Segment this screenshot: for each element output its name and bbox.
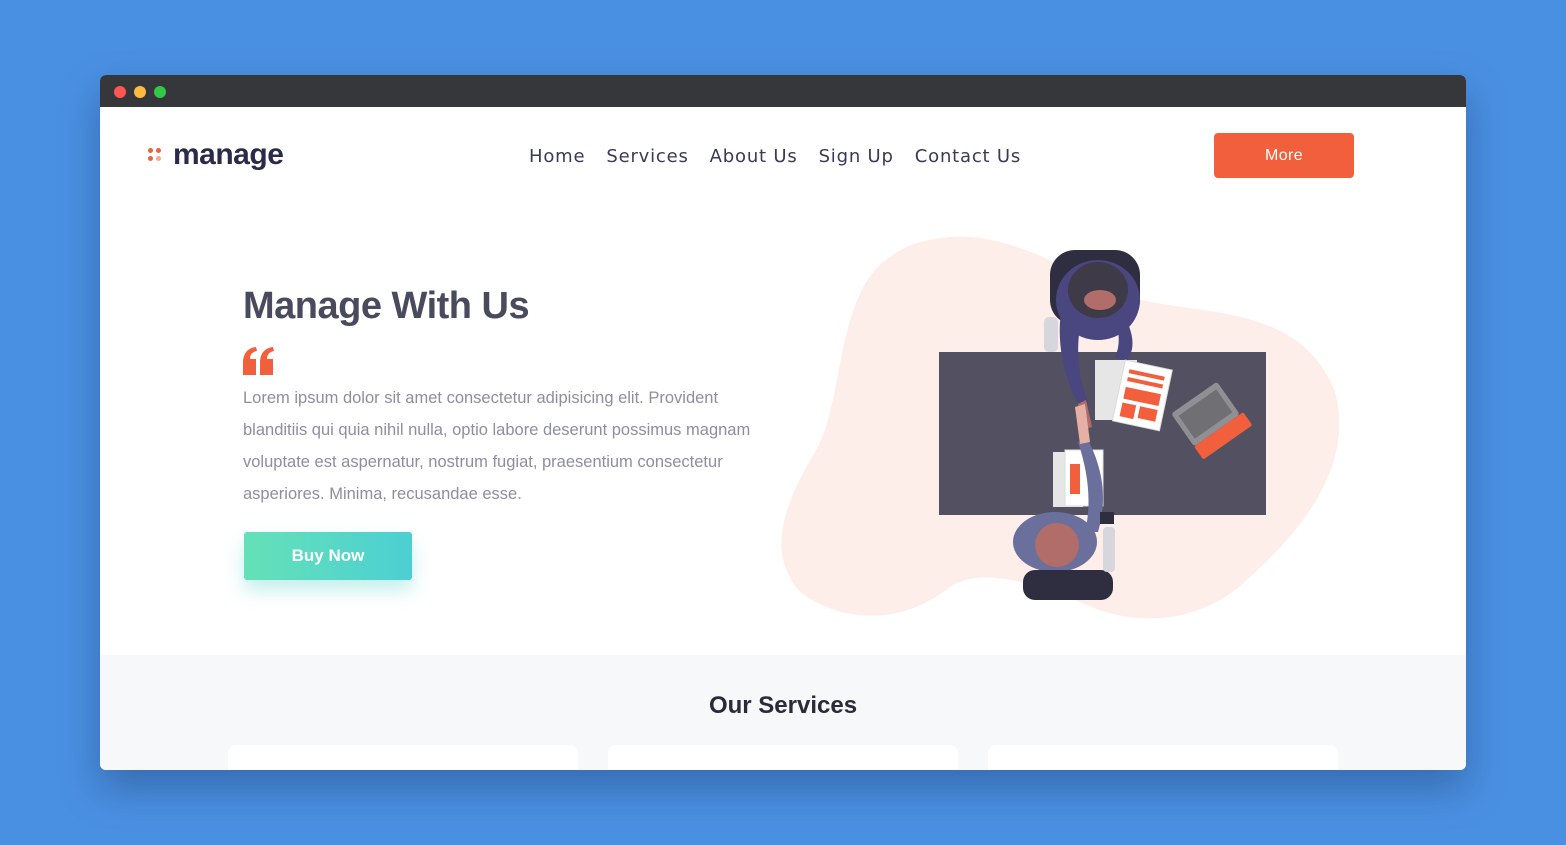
nav-link-sign-up[interactable]: Sign Up — [819, 146, 894, 167]
logo-text: manage — [173, 138, 284, 171]
minimize-window-button[interactable] — [134, 86, 146, 98]
nav-link-about-us[interactable]: About Us — [710, 146, 798, 167]
nav-link-contact-us[interactable]: Contact Us — [915, 146, 1021, 167]
quote-icon — [243, 347, 274, 375]
logo[interactable]: manage — [147, 138, 284, 171]
hero-description: Lorem ipsum dolor sit amet consectetur a… — [243, 389, 751, 503]
service-card — [228, 745, 578, 770]
logo-dots-icon — [147, 146, 165, 164]
service-card — [608, 745, 958, 770]
more-button[interactable]: More — [1214, 133, 1354, 178]
nav-link-home[interactable]: Home — [529, 146, 585, 167]
hero-title: Manage With Us — [243, 285, 530, 327]
main-nav: Home Services About Us Sign Up Contact U… — [529, 146, 1042, 167]
nav-link-services[interactable]: Services — [606, 146, 688, 167]
maximize-window-button[interactable] — [154, 86, 166, 98]
service-card — [988, 745, 1338, 770]
services-title: Our Services — [708, 692, 858, 719]
browser-window: manage Home Services About Us Sign Up Co… — [100, 75, 1466, 770]
services-section: Our Services — [100, 655, 1466, 770]
window-titlebar — [100, 75, 1466, 107]
handshake-illustration — [781, 236, 1340, 619]
close-window-button[interactable] — [114, 86, 126, 98]
buy-now-button[interactable]: Buy Now — [244, 532, 412, 580]
landing-page: manage Home Services About Us Sign Up Co… — [100, 107, 1466, 770]
